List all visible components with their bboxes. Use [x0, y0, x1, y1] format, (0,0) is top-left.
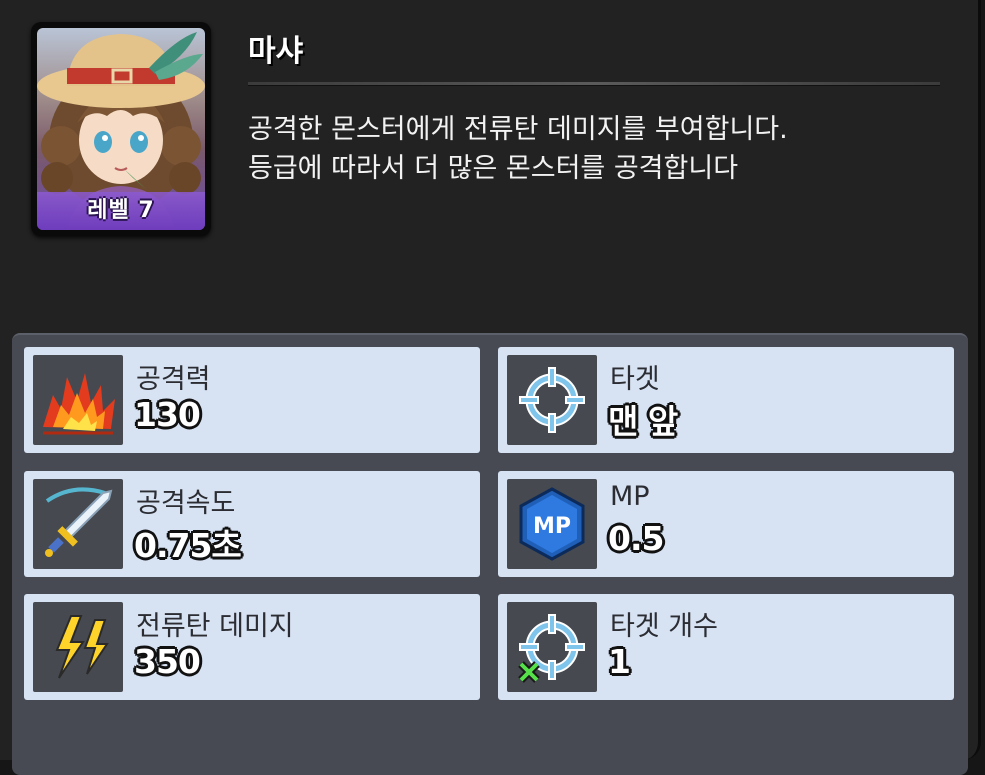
level-badge: 레벨 7: [37, 192, 205, 230]
unit-portrait[interactable]: 레벨 7: [31, 22, 211, 236]
stat-value: 130: [134, 395, 201, 434]
stat-label: 공격력: [136, 364, 211, 395]
stat-label: 타겟: [610, 364, 660, 395]
crosshair-icon: [507, 355, 597, 445]
explosion-icon: [33, 355, 123, 445]
stat-target-count: 타겟 개수 1: [498, 594, 954, 700]
mp-hexagon-icon: MP: [507, 479, 597, 569]
sword-icon: [33, 479, 123, 569]
multi-target-icon: [507, 602, 597, 692]
unit-name: 마샤: [248, 34, 304, 69]
stats-panel: 공격력 130 타겟 맨 앞 공격속도 0.75초 MP MP 0.5 전류탄 …: [12, 333, 968, 775]
stat-attack-speed: 공격속도 0.75초: [24, 471, 480, 577]
stat-label: 전류탄 데미지: [136, 611, 294, 642]
portrait-image: 레벨 7: [37, 28, 205, 230]
stat-value: 1: [608, 642, 631, 681]
stat-value: 0.5: [608, 519, 664, 558]
stat-target: 타겟 맨 앞: [498, 347, 954, 453]
unit-info-panel: 레벨 7 마샤 공격한 몬스터에게 전류탄 데미지를 부여합니다. 등급에 따라…: [0, 0, 981, 775]
stat-mp: MP MP 0.5: [498, 471, 954, 577]
svg-text:MP: MP: [533, 514, 571, 539]
stat-value: 350: [134, 642, 201, 681]
unit-description: 공격한 몬스터에게 전류탄 데미지를 부여합니다. 등급에 따라서 더 많은 몬…: [248, 114, 788, 184]
lightning-icon: [33, 602, 123, 692]
stat-label: 타겟 개수: [610, 611, 718, 642]
stat-label: 공격속도: [136, 488, 236, 519]
stat-value: 맨 앞: [608, 402, 678, 441]
title-divider: [248, 82, 940, 86]
stat-label: MP: [610, 481, 650, 512]
stat-attack: 공격력 130: [24, 347, 480, 453]
stat-electric-damage: 전류탄 데미지 350: [24, 594, 480, 700]
stat-value: 0.75초: [134, 526, 242, 565]
